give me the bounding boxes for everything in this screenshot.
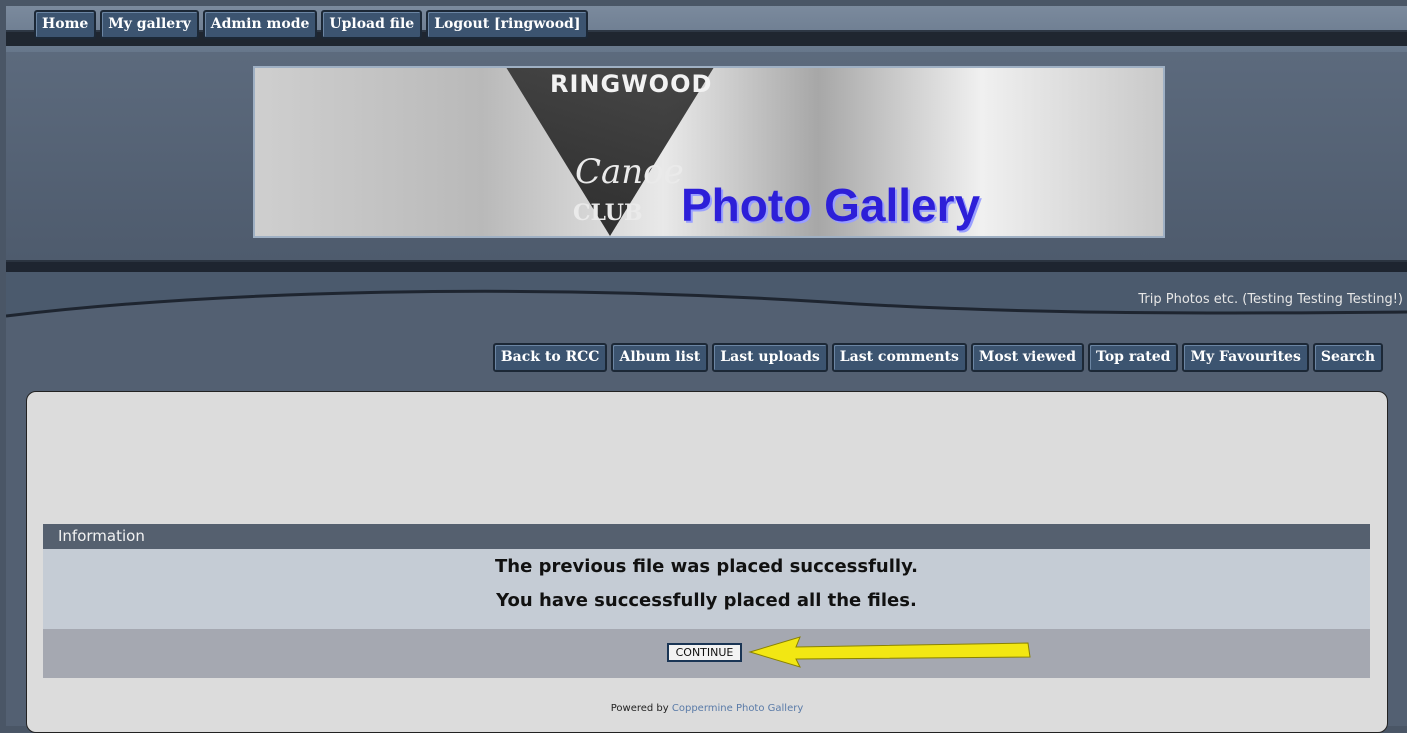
information-box: Information The previous file was placed… [43,524,1370,678]
nav-search-button[interactable]: Search [1312,343,1383,372]
gallery-banner: RINGWOOD Canoe CLUB Photo Gallery [253,66,1165,238]
nav-admin-mode-button[interactable]: Admin mode [202,10,318,39]
continue-button[interactable]: CONTINUE [667,643,742,662]
subheader-bar: Trip Photos etc. (Testing Testing Testin… [6,272,1407,330]
nav-top-rated-button[interactable]: Top rated [1088,343,1179,372]
message-line-all-placed: You have successfully placed all the fil… [496,590,917,611]
information-header: Information [43,524,1370,549]
nav-last-comments-button[interactable]: Last comments [831,343,967,372]
nav-most-viewed-button[interactable]: Most viewed [970,343,1085,372]
powered-by: Powered by Coppermine Photo Gallery [27,703,1387,714]
club-logo-club: CLUB [573,200,643,226]
club-logo-script: Canoe [575,152,684,192]
page-frame: Home My gallery Admin mode Upload file L… [6,6,1407,733]
site-tagline: Trip Photos etc. (Testing Testing Testin… [1138,292,1403,307]
nav-back-to-rcc-button[interactable]: Back to RCC [492,343,608,372]
top-navigation: Home My gallery Admin mode Upload file L… [34,10,589,39]
nav-my-gallery-button[interactable]: My gallery [100,10,199,39]
club-logo-name: RINGWOOD [550,70,713,98]
content-panel: Information The previous file was placed… [26,391,1388,733]
gallery-navigation: Back to RCC Album list Last uploads Last… [492,343,1383,372]
information-actions: CONTINUE [43,629,1370,678]
information-message: The previous file was placed successfull… [43,549,1370,629]
nav-upload-file-button[interactable]: Upload file [321,10,423,39]
powered-by-prefix: Powered by [610,703,669,714]
nav-my-favourites-button[interactable]: My Favourites [1182,343,1309,372]
nav-home-button[interactable]: Home [34,10,97,39]
message-line-file-placed: The previous file was placed successfull… [495,556,918,577]
site-header: RINGWOOD Canoe CLUB Photo Gallery [6,52,1407,260]
nav-album-list-button[interactable]: Album list [611,343,709,372]
banner-title: Photo Gallery [681,179,981,231]
nav-last-uploads-button[interactable]: Last uploads [712,343,828,372]
coppermine-link[interactable]: Coppermine Photo Gallery [672,703,803,714]
nav-logout-button[interactable]: Logout [ringwood] [426,10,589,39]
top-bar: Home My gallery Admin mode Upload file L… [6,6,1407,54]
yellow-arrow-icon [748,636,1031,668]
